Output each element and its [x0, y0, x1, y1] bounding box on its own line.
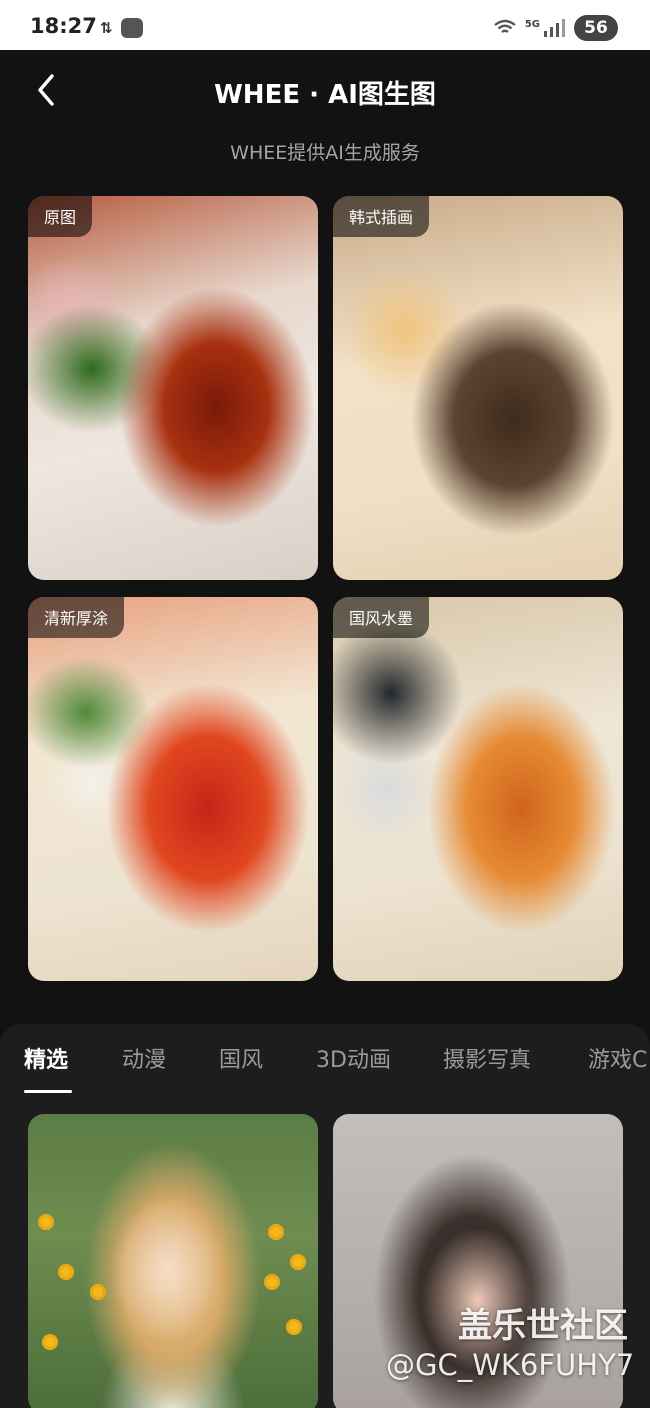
network-type-label: 5G — [524, 18, 540, 30]
status-bar: 18:27 ⇅ 5G 56 — [0, 0, 650, 50]
flower-decoration — [38, 1214, 54, 1230]
wifi-icon — [494, 19, 516, 33]
style-tag: 原图 — [28, 196, 93, 237]
flower-decoration — [290, 1254, 306, 1270]
tab-guofeng[interactable]: 国风 — [219, 1042, 263, 1074]
status-time: 18:27 — [30, 14, 97, 38]
tab-featured[interactable]: 精选 — [24, 1042, 68, 1074]
active-tab-indicator — [24, 1090, 72, 1093]
data-transfer-icon: ⇅ — [100, 19, 113, 37]
flower-decoration — [264, 1274, 280, 1290]
gallery-item-anime-girl[interactable] — [28, 1114, 318, 1408]
category-tabs: 精选 动漫 国风 3D动画 摄影写真 游戏C — [0, 1042, 650, 1102]
flower-decoration — [90, 1284, 106, 1300]
flower-decoration — [286, 1319, 302, 1335]
flower-decoration — [268, 1224, 284, 1240]
style-card-korean-illustration[interactable]: 韩式插画 — [333, 196, 623, 580]
page-subtitle: WHEE提供AI生成服务 — [230, 142, 420, 164]
style-tag: 韩式插画 — [333, 196, 430, 237]
status-right-icons: 5G 56 — [493, 15, 618, 41]
signal-icon — [544, 19, 565, 37]
style-tag: 清新厚涂 — [28, 597, 125, 638]
app-notification-icon — [120, 18, 143, 38]
style-tag: 国风水墨 — [333, 597, 430, 638]
page-title: WHEE · AI图生图 — [214, 80, 436, 110]
flower-decoration — [58, 1264, 74, 1280]
status-left-icons: ⇅ — [100, 18, 143, 38]
tab-game[interactable]: 游戏C — [588, 1042, 647, 1074]
style-card-original[interactable]: 原图 — [28, 196, 318, 580]
style-card-fresh-impasto[interactable]: 清新厚涂 — [28, 597, 318, 981]
tab-anime[interactable]: 动漫 — [122, 1042, 166, 1074]
tab-3d-animation[interactable]: 3D动画 — [316, 1042, 391, 1074]
watermark-handle: @GC_WK6FUHY7 — [386, 1348, 635, 1382]
tab-photography[interactable]: 摄影写真 — [443, 1042, 531, 1074]
style-card-ink-wash[interactable]: 国风水墨 — [333, 597, 623, 981]
battery-indicator: 56 — [574, 15, 618, 41]
flower-decoration — [42, 1334, 58, 1350]
watermark-text: 盖乐世社区 — [458, 1306, 628, 1346]
